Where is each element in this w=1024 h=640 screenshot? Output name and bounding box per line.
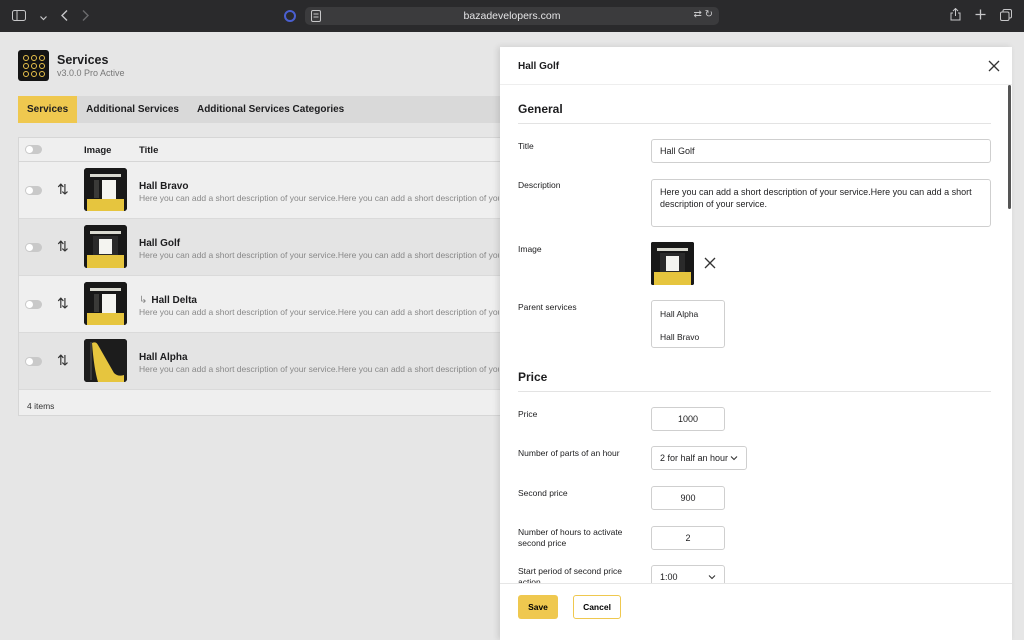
sidebar-toggle-icon[interactable] [12, 9, 26, 24]
column-header-image: Image [84, 145, 112, 156]
browser-toolbar: bazadevelopers.com ⇄ ↻ [0, 0, 1024, 32]
divider [518, 123, 991, 124]
tab-bar: Services Additional Services Additional … [18, 96, 518, 123]
table-row[interactable]: ⇅ Hall Alpha Here you can add a short de… [19, 333, 517, 390]
scrollbar[interactable] [1008, 85, 1011, 209]
child-indent-icon: ↳ [139, 295, 148, 306]
row-title: Hall Golf [139, 238, 181, 249]
row-title-text: Hall Delta [151, 295, 197, 306]
description-label: Description [518, 180, 561, 190]
service-thumbnail [84, 168, 127, 211]
chevron-down-icon [708, 575, 716, 580]
share-icon[interactable] [950, 7, 961, 24]
price-label: Price [518, 409, 538, 419]
drawer-body[interactable]: General Title Hall Golf Description Here… [500, 85, 1012, 583]
image-label: Image [518, 244, 542, 254]
drawer-footer: Save Cancel [500, 583, 1012, 640]
row-toggle[interactable] [25, 300, 42, 309]
title-input[interactable]: Hall Golf [651, 139, 991, 163]
parent-option[interactable]: Hall Alpha [660, 309, 698, 319]
price-input[interactable]: 1000 [651, 407, 725, 431]
service-thumbnail [84, 282, 127, 325]
translate-reload-icon[interactable]: ⇄ ↻ [693, 9, 713, 20]
parent-option[interactable]: Hall Bravo [660, 332, 699, 342]
sort-handle-icon[interactable]: ⇅ [57, 352, 69, 369]
edit-service-drawer: Hall Golf General Title Hall Golf Descri… [500, 47, 1012, 640]
remove-image-icon[interactable] [703, 256, 717, 270]
row-title: Hall Bravo [139, 181, 189, 192]
table-row[interactable]: ⇅ Hall Golf Here you can add a short des… [19, 219, 517, 276]
address-bar[interactable]: bazadevelopers.com ⇄ ↻ [305, 7, 719, 25]
service-thumbnail [84, 225, 127, 268]
hours-input[interactable]: 2 [651, 526, 725, 550]
privacy-shield-icon[interactable] [284, 10, 296, 22]
tab-additional-services-categories[interactable]: Additional Services Categories [188, 96, 353, 123]
table-row[interactable]: ⇅ Hall Bravo Here you can add a short de… [19, 162, 517, 219]
app-logo [18, 50, 49, 81]
parts-label: Number of parts of an hour [518, 448, 620, 458]
table-row[interactable]: ⇅ ↳ Hall Delta Here you can add a short d… [19, 276, 517, 333]
row-description: Here you can add a short description of … [139, 364, 499, 374]
save-button[interactable]: Save [518, 595, 558, 619]
row-description: Here you can add a short description of … [139, 193, 499, 203]
row-description: Here you can add a short description of … [139, 307, 499, 317]
drawer-title: Hall Golf [518, 61, 560, 72]
cancel-button[interactable]: Cancel [573, 595, 621, 619]
service-thumbnail [84, 339, 127, 382]
select-all-toggle[interactable] [25, 145, 42, 154]
title-label: Title [518, 141, 534, 151]
second-price-label: Second price [518, 488, 568, 498]
services-table: Image Title ⇅ Hall Bravo Here you can ad… [18, 137, 518, 416]
page-title: Services [57, 53, 109, 67]
chevron-down-icon[interactable] [40, 9, 47, 24]
back-icon[interactable] [61, 9, 68, 24]
tab-additional-services[interactable]: Additional Services [77, 96, 188, 123]
row-toggle[interactable] [25, 357, 42, 366]
start-period-select[interactable]: 1:00 [651, 565, 725, 583]
row-toggle[interactable] [25, 243, 42, 252]
row-title: ↳ Hall Delta [139, 295, 197, 306]
row-toggle[interactable] [25, 186, 42, 195]
table-header: Image Title [19, 138, 517, 162]
drawer-header: Hall Golf [500, 47, 1012, 85]
section-title-general: General [518, 102, 563, 116]
parent-services-multiselect[interactable]: Hall Alpha Hall Bravo [651, 300, 725, 348]
tab-overview-icon[interactable] [1000, 8, 1012, 24]
sort-handle-icon[interactable]: ⇅ [57, 181, 69, 198]
parts-select[interactable]: 2 for half an hour [651, 446, 747, 470]
items-count: 4 items [27, 401, 55, 411]
app-version: v3.0.0 Pro Active [57, 68, 125, 78]
forward-icon[interactable] [82, 9, 89, 24]
sort-handle-icon[interactable]: ⇅ [57, 295, 69, 312]
hours-label: Number of hours to activate second price [518, 527, 623, 548]
sort-handle-icon[interactable]: ⇅ [57, 238, 69, 255]
row-description: Here you can add a short description of … [139, 250, 499, 260]
description-textarea[interactable]: Here you can add a short description of … [651, 179, 991, 227]
app-header: Services v3.0.0 Pro Active [18, 50, 125, 81]
close-icon[interactable] [986, 58, 1002, 74]
start-period-value: 1:00 [660, 572, 678, 582]
section-title-price: Price [518, 370, 548, 384]
image-preview [651, 242, 694, 285]
divider [518, 391, 991, 392]
new-tab-icon[interactable] [975, 9, 986, 23]
second-price-input[interactable]: 900 [651, 486, 725, 510]
parent-services-label: Parent services [518, 302, 577, 312]
tab-services[interactable]: Services [18, 96, 78, 123]
chevron-down-icon [730, 456, 738, 461]
page-settings-icon[interactable] [311, 10, 321, 22]
row-title: Hall Alpha [139, 352, 188, 363]
parts-select-value: 2 for half an hour [660, 453, 729, 463]
start-period-label: Start period of second price action [518, 566, 622, 583]
column-header-title: Title [139, 145, 159, 156]
url-text: bazadevelopers.com [463, 10, 561, 22]
